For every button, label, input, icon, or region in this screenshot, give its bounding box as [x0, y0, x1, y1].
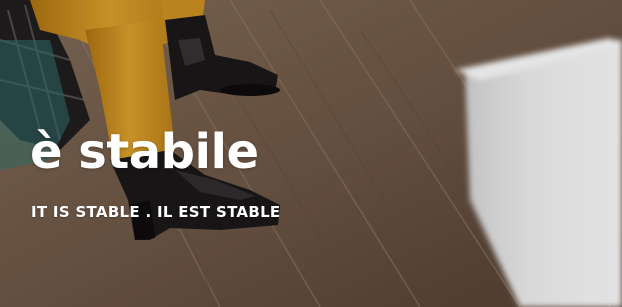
subline-translations: IT IS STABLE . IL EST STABLE: [31, 203, 281, 221]
headline-italian: è stabile: [30, 124, 259, 180]
hero-banner: è stabile IT IS STABLE . IL EST STABLE: [0, 0, 622, 307]
